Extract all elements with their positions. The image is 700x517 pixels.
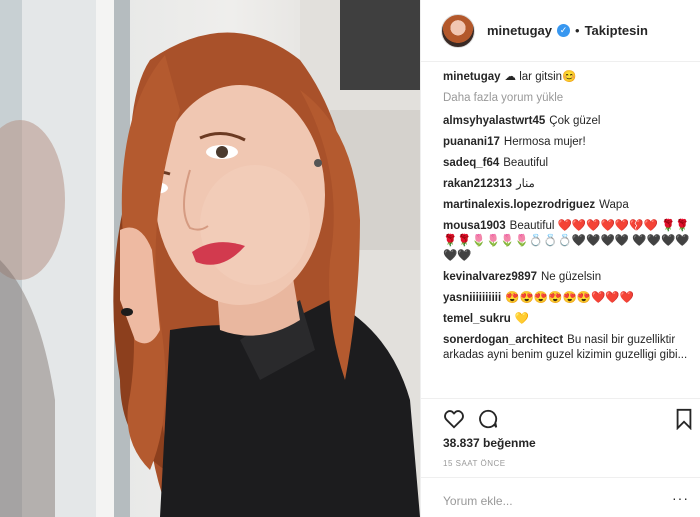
comment-text: Wapa xyxy=(599,199,629,211)
comment-text: 😍😍😍😍😍😍❤️❤️❤️ xyxy=(505,292,635,304)
smile-emoji-icon: 😊 xyxy=(562,71,577,83)
comments-list: minetugay ☁ lar gitsin😊 Daha fazla yorum … xyxy=(443,70,695,369)
caption-username[interactable]: minetugay xyxy=(443,71,501,83)
portrait-image xyxy=(0,0,420,517)
bookmark-icon[interactable] xyxy=(673,408,695,430)
post-side-panel: minetugay ✓ • Takiptesin minetugay ☁ lar … xyxy=(420,0,700,517)
add-comment-bar: Yorum ekle... ··· xyxy=(421,477,700,517)
post-timestamp: 15 SAAT ÖNCE xyxy=(443,459,506,468)
comment-item: temel_sukru 💛 xyxy=(443,312,695,327)
comment-item: almsyhyalastwrt45 Çok güzel xyxy=(443,114,695,129)
comment-text: Ne güzelsin xyxy=(541,271,602,283)
comment-username[interactable]: kevinalvarez9897 xyxy=(443,271,537,283)
post-actions-bar xyxy=(421,398,700,432)
comment-username[interactable]: martinalexis.lopezrodriguez xyxy=(443,199,595,211)
more-options-icon[interactable]: ··· xyxy=(672,490,689,506)
comment-username[interactable]: yasniiiiiiiiii xyxy=(443,292,501,304)
likes-count[interactable]: 38.837 beğenme xyxy=(443,436,536,450)
header-username[interactable]: minetugay xyxy=(487,23,552,38)
avatar[interactable] xyxy=(441,13,475,48)
verified-badge-icon: ✓ xyxy=(557,24,571,37)
comment-text: Beautiful xyxy=(503,157,549,169)
load-more-comments-link[interactable]: Daha fazla yorum yükle xyxy=(443,91,695,106)
caption-text: lar gitsin xyxy=(519,71,563,83)
post-header: minetugay ✓ • Takiptesin xyxy=(421,0,700,62)
comment-username[interactable]: mousa1903 xyxy=(443,220,506,232)
comment-icon[interactable] xyxy=(477,408,499,430)
header-separator: • xyxy=(575,23,580,38)
heart-icon[interactable] xyxy=(443,408,465,430)
comment-item: sadeq_f64 Beautiful xyxy=(443,156,695,171)
follow-status-button[interactable]: Takiptesin xyxy=(585,23,648,38)
comment-username[interactable]: almsyhyalastwrt45 xyxy=(443,115,545,127)
comment-item: sonerdogan_architect Bu nasil bir guzelli… xyxy=(443,333,695,363)
comment-item: yasniiiiiiiiii 😍😍😍😍😍😍❤️❤️❤️ xyxy=(443,291,695,306)
comment-text: منار xyxy=(516,178,535,190)
comment-username[interactable]: puanani17 xyxy=(443,136,500,148)
comment-item: puanani17 Hermosa mujer! xyxy=(443,135,695,150)
caption: minetugay ☁ lar gitsin😊 xyxy=(443,70,695,85)
post-photo[interactable] xyxy=(0,0,420,517)
add-comment-input[interactable]: Yorum ekle... xyxy=(443,494,513,508)
comment-item: martinalexis.lopezrodriguez Wapa xyxy=(443,198,695,213)
comment-username[interactable]: temel_sukru xyxy=(443,313,511,325)
comment-item: kevinalvarez9897 Ne güzelsin xyxy=(443,270,695,285)
comment-text: Hermosa mujer! xyxy=(503,136,586,148)
comment-item: mousa1903 Beautiful ❤️❤️❤️❤️❤️💔❤️ 🌹🌹🌹🌹🌷🌷🌷… xyxy=(443,219,695,264)
comment-username[interactable]: rakan212313 xyxy=(443,178,512,190)
comment-username[interactable]: sonerdogan_architect xyxy=(443,334,563,346)
comment-item: rakan212313 منار xyxy=(443,177,695,192)
comment-text: 💛 xyxy=(514,313,530,325)
cloud-icon: ☁ xyxy=(504,71,517,83)
comment-text: Çok güzel xyxy=(549,115,601,127)
comment-username[interactable]: sadeq_f64 xyxy=(443,157,499,169)
